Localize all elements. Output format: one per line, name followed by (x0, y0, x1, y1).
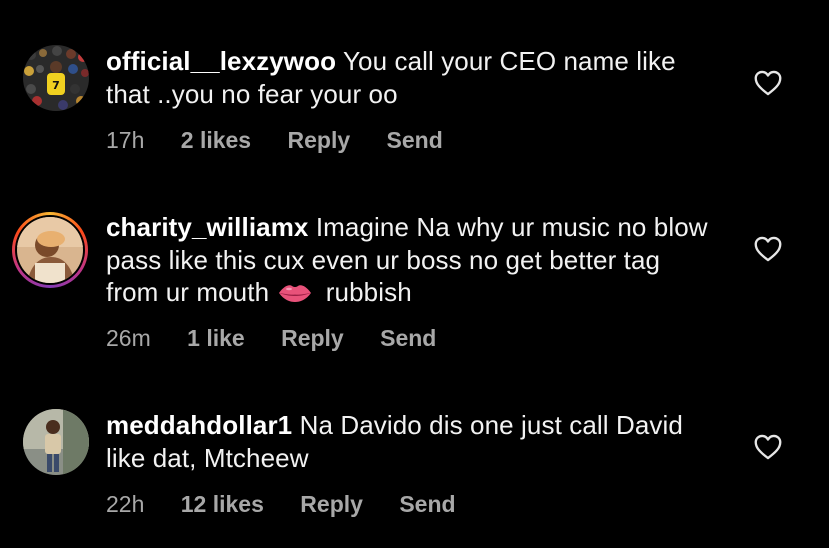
heart-icon[interactable] (754, 434, 782, 460)
reply-button[interactable]: Reply (300, 491, 363, 518)
comment-text: charity_williamx Imagine Na why ur music… (106, 211, 716, 309)
comment-time: 17h (106, 127, 145, 153)
avatar[interactable]: 7 (23, 45, 89, 111)
comment-username[interactable]: meddahdollar1 (106, 410, 292, 440)
comment-text: official__lexzywoo You call your CEO nam… (106, 45, 716, 110)
comment-username[interactable]: charity_williamx (106, 212, 308, 242)
comment-meta: 26m 1 like Reply Send (106, 325, 466, 352)
avatar-portrait-image (17, 217, 83, 283)
svg-text:7: 7 (52, 79, 60, 92)
likes-count-button[interactable]: 12 likes (181, 491, 264, 518)
send-button[interactable]: Send (399, 491, 455, 518)
send-button[interactable]: Send (387, 127, 443, 154)
avatar[interactable] (17, 217, 83, 283)
comment-text: meddahdollar1 Na Davido dis one just cal… (106, 409, 716, 474)
comment-body-tail: rubbish (325, 277, 412, 307)
heart-icon[interactable] (754, 70, 782, 96)
avatar[interactable] (23, 409, 89, 475)
send-button[interactable]: Send (380, 325, 436, 352)
comment-meta: 17h 2 likes Reply Send (106, 127, 473, 154)
comment-time: 22h (106, 491, 145, 517)
lips-icon (279, 285, 312, 302)
comment-meta: 22h 12 likes Reply Send (106, 491, 486, 518)
reply-button[interactable]: Reply (281, 325, 344, 352)
likes-count-button[interactable]: 2 likes (181, 127, 251, 154)
story-ring[interactable] (12, 212, 88, 288)
likes-count-button[interactable]: 1 like (187, 325, 245, 352)
avatar-person-image (23, 409, 89, 475)
heart-icon[interactable] (754, 236, 782, 262)
comment-time: 26m (106, 325, 151, 351)
comment-username[interactable]: official__lexzywoo (106, 46, 336, 76)
reply-button[interactable]: Reply (288, 127, 351, 154)
avatar-crowd-image: 7 (23, 45, 89, 111)
